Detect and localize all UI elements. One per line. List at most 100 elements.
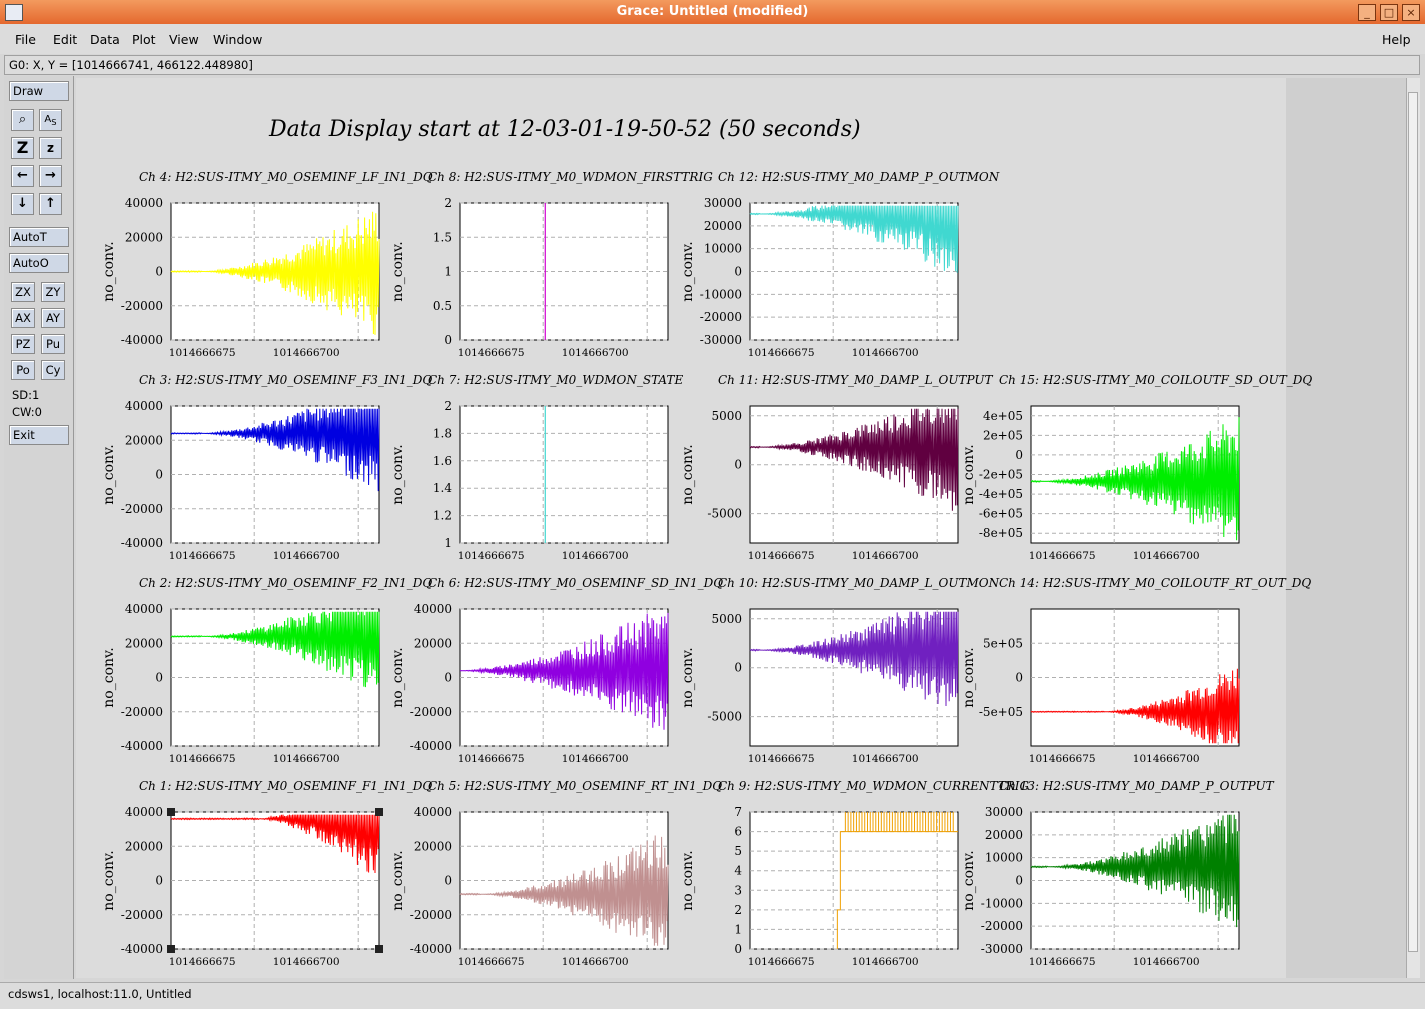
- zoom-in-icon[interactable]: Z: [11, 137, 34, 159]
- graph-2-ytick-2: 10000: [704, 242, 742, 256]
- graph-10-xtick-0: 1014666675: [748, 753, 815, 765]
- zx-button[interactable]: ZX: [11, 282, 35, 302]
- graph-5-xtick-0: 1014666675: [458, 550, 525, 562]
- graph-8-ytick-4: -40000: [121, 739, 163, 753]
- text-autoscale-icon[interactable]: AS: [39, 109, 62, 131]
- graph-2-ytick-3: 0: [734, 265, 742, 279]
- right-arrow-icon[interactable]: →: [39, 165, 62, 187]
- graph-5-title: Ch 7: H2:SUS-ITMY_M0_WDMON_STATE: [428, 373, 683, 387]
- graph-4-title: Ch 3: H2:SUS-ITMY_M0_OSEMINF_F3_IN1_DQ: [139, 373, 432, 387]
- graph-1-title: Ch 8: H2:SUS-ITMY_M0_WDMON_FIRSTTRIG: [428, 170, 713, 184]
- pz-button[interactable]: PZ: [11, 334, 35, 354]
- graph-15-ytick-4: -10000: [981, 896, 1023, 910]
- graph-8-ytick-1: 20000: [125, 636, 163, 650]
- ay-button[interactable]: AY: [41, 308, 65, 328]
- tool-panel: Draw ⌕ AS Z z ← → ↓ ↑ AutoT AutoO ZX ZY …: [4, 76, 74, 979]
- graph-12-selection-handle-1: [375, 808, 383, 816]
- menu-window[interactable]: Window: [213, 32, 262, 47]
- graph-12-ylabel: no_conv.: [101, 850, 117, 910]
- autot-button[interactable]: AutoT: [9, 227, 69, 247]
- graph-6-title: Ch 11: H2:SUS-ITMY_M0_DAMP_L_OUTPUT: [718, 373, 993, 387]
- graph-6-ylabel: no_conv.: [680, 444, 696, 504]
- graph-5-ytick-0: 2: [444, 399, 452, 413]
- cy-button[interactable]: Cy: [41, 360, 65, 380]
- pu-button[interactable]: Pu: [41, 334, 65, 354]
- plot-canvas[interactable]: Data Display start at 12-03-01-19-50-52 …: [76, 78, 1406, 978]
- zy-button[interactable]: ZY: [41, 282, 65, 302]
- graph-0-title: Ch 4: H2:SUS-ITMY_M0_OSEMINF_LF_IN1_DQ: [139, 170, 433, 184]
- graph-2-ytick-0: 30000: [704, 196, 742, 210]
- draw-button[interactable]: Draw: [9, 81, 69, 101]
- graph-12-selection-handle-0: [167, 808, 175, 816]
- left-arrow-icon[interactable]: ←: [11, 165, 34, 187]
- graph-6-ytick-0: 5000: [711, 409, 742, 423]
- menu-edit[interactable]: Edit: [53, 32, 77, 47]
- graph-1-xtick-1: 1014666700: [562, 347, 629, 359]
- graph-10-ytick-1: 0: [734, 661, 742, 675]
- graph-9-title: Ch 6: H2:SUS-ITMY_M0_OSEMINF_SD_IN1_DQ: [428, 576, 723, 590]
- graph-15-ytick-5: -20000: [981, 919, 1023, 933]
- graph-7-ytick-0: 4e+05: [983, 409, 1023, 423]
- graph-4-xtick-0: 1014666675: [169, 550, 236, 562]
- ax-button[interactable]: AX: [11, 308, 35, 328]
- up-arrow-icon[interactable]: ↑: [39, 193, 62, 215]
- graph-14-frame: [749, 811, 959, 950]
- graph-9-ytick-1: 20000: [414, 636, 452, 650]
- graph-2-title: Ch 12: H2:SUS-ITMY_M0_DAMP_P_OUTMON: [718, 170, 1000, 184]
- menu-file[interactable]: File: [15, 32, 36, 47]
- graph-5-ytick-4: 1.2: [433, 509, 452, 523]
- locator-bar: G0: X, Y = [1014666741, 466122.448980]: [4, 55, 1420, 75]
- menu-data[interactable]: Data: [90, 32, 120, 47]
- close-icon[interactable]: ×: [1402, 4, 1420, 21]
- graph-0-ytick-0: 40000: [125, 196, 163, 210]
- graph-4-ytick-1: 20000: [125, 433, 163, 447]
- graph-7-xtick-1: 1014666700: [1133, 550, 1200, 562]
- graph-11-ylabel: no_conv.: [961, 647, 977, 707]
- minimize-icon[interactable]: _: [1358, 4, 1376, 21]
- graph-12-title: Ch 1: H2:SUS-ITMY_M0_OSEMINF_F1_IN1_DQ: [139, 779, 432, 793]
- graph-0-xtick-1: 1014666700: [273, 347, 340, 359]
- graph-12-selection-handle-2: [167, 945, 175, 953]
- graph-7-xtick-0: 1014666675: [1029, 550, 1096, 562]
- graph-4-ytick-0: 40000: [125, 399, 163, 413]
- graph-10-ytick-0: 5000: [711, 612, 742, 626]
- graph-0-xtick-0: 1014666675: [169, 347, 236, 359]
- graph-8-ytick-0: 40000: [125, 602, 163, 616]
- graph-6-ytick-2: -5000: [707, 507, 742, 521]
- plot-area[interactable]: Data Display start at 12-03-01-19-50-52 …: [76, 78, 1406, 978]
- graph-15-ytick-0: 30000: [985, 805, 1023, 819]
- scrollbar-thumb[interactable]: [1408, 92, 1418, 952]
- graph-5-ytick-2: 1.6: [433, 454, 452, 468]
- graph-2-xtick-0: 1014666675: [748, 347, 815, 359]
- menu-bar: File Edit Data Plot View Window Help: [0, 24, 1425, 54]
- graph-12-xtick-0: 1014666675: [169, 956, 236, 968]
- graph-1-ytick-2: 1: [444, 265, 452, 279]
- graph-2-ytick-5: -20000: [700, 310, 742, 324]
- zoom-out-icon[interactable]: z: [39, 137, 62, 159]
- graph-10-frame: [749, 608, 959, 747]
- graph-10-xtick-1: 1014666700: [852, 753, 919, 765]
- graph-0-ytick-4: -40000: [121, 333, 163, 347]
- graph-8-title: Ch 2: H2:SUS-ITMY_M0_OSEMINF_F2_IN1_DQ: [139, 576, 432, 590]
- vertical-scrollbar[interactable]: [1406, 78, 1420, 978]
- menu-view[interactable]: View: [169, 32, 199, 47]
- graph-6-ytick-1: 0: [734, 458, 742, 472]
- graph-12-ytick-1: 20000: [125, 839, 163, 853]
- maximize-icon[interactable]: □: [1380, 4, 1398, 21]
- down-arrow-icon[interactable]: ↓: [11, 193, 34, 215]
- graph-1-xtick-0: 1014666675: [458, 347, 525, 359]
- graph-0-ytick-2: 0: [155, 265, 163, 279]
- menu-help[interactable]: Help: [1382, 32, 1411, 47]
- graph-9-ytick-3: -20000: [410, 705, 452, 719]
- graph-15-xtick-1: 1014666700: [1133, 956, 1200, 968]
- autoo-button[interactable]: AutoO: [9, 253, 69, 273]
- graph-0-ytick-3: -20000: [121, 299, 163, 313]
- menu-plot[interactable]: Plot: [132, 32, 156, 47]
- graph-12-ytick-3: -20000: [121, 908, 163, 922]
- magnify-icon[interactable]: ⌕: [11, 109, 34, 131]
- graph-5-xtick-1: 1014666700: [562, 550, 629, 562]
- exit-button[interactable]: Exit: [9, 425, 69, 445]
- graph-14-xtick-0: 1014666675: [748, 956, 815, 968]
- po-button[interactable]: Po: [11, 360, 35, 380]
- graph-12-ytick-4: -40000: [121, 942, 163, 956]
